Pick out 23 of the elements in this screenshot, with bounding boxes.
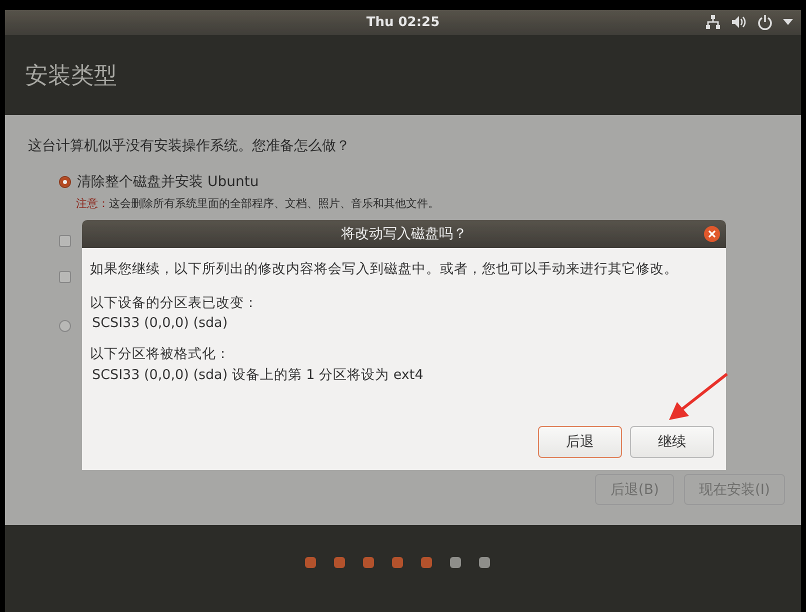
section-heading: 以下设备的分区表已改变： (90, 294, 259, 312)
section-heading: 以下分区将被格式化： (90, 345, 231, 363)
checkbox[interactable] (59, 271, 71, 283)
question-text: 这台计算机似乎没有安装操作系统。您准备怎么做？ (28, 137, 351, 155)
clock[interactable]: Thu 02:25 (366, 15, 440, 30)
power-icon[interactable] (757, 14, 773, 30)
section-item: SCSI33 (0,0,0) (sda) 设备上的第 1 分区将设为 ext4 (92, 366, 424, 384)
dialog-button[interactable]: 继续 (630, 426, 714, 458)
dialog-button[interactable]: 后退 (538, 426, 622, 458)
radio-button[interactable] (59, 176, 71, 188)
radio-button[interactable] (59, 320, 71, 332)
dialog-title: 将改动写入磁盘吗？ (341, 225, 467, 243)
annotation-arrow (667, 372, 729, 422)
checkbox[interactable] (59, 235, 71, 247)
close-icon[interactable] (704, 226, 720, 242)
caret-icon[interactable] (783, 19, 793, 25)
section-item: SCSI33 (0,0,0) (sda) (92, 315, 229, 331)
dialog-message: 如果您继续，以下所列出的修改内容将会写入到磁盘中。或者，您也可以手动来进行其它修改。 (90, 260, 679, 278)
warning-note: 注意：这会删除所有系统里面的全部程序、文档、照片、音乐和其他文件。 (76, 196, 440, 211)
window-title: 安装类型 (25, 62, 117, 90)
network-icon[interactable] (705, 14, 721, 30)
option-label: 清除整个磁盘并安装 Ubuntu (77, 173, 259, 191)
volume-icon[interactable] (731, 14, 747, 30)
